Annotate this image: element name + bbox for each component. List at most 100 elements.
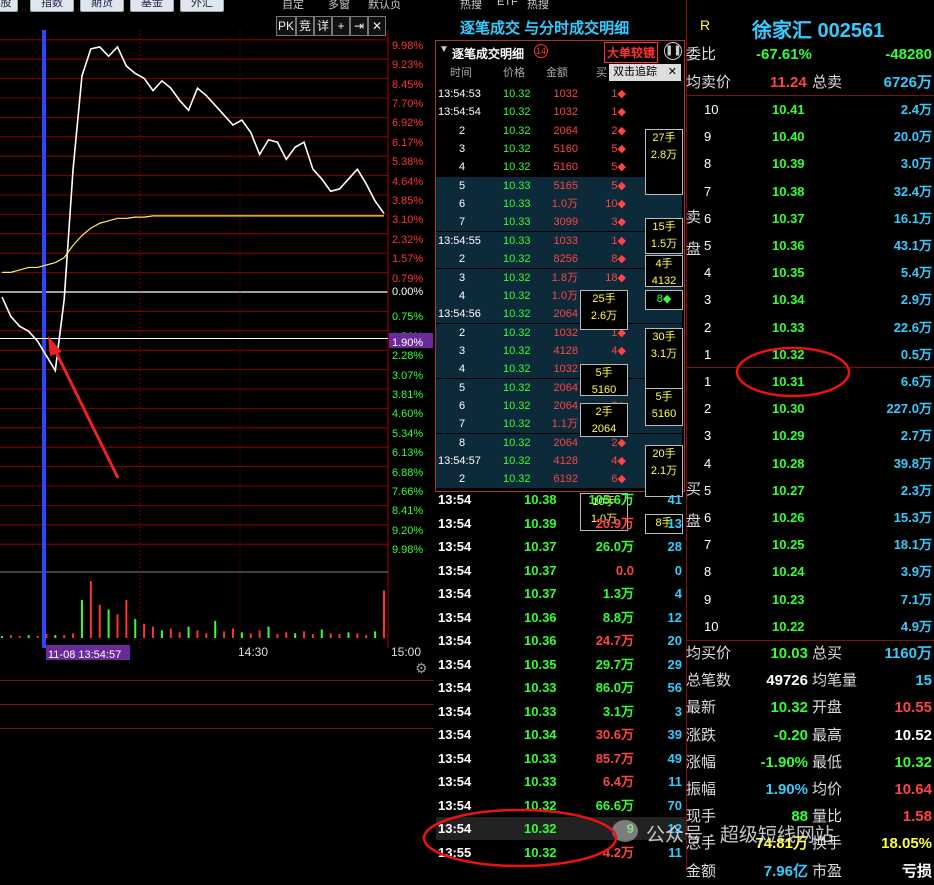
menu-hot-search[interactable]: 热搜	[460, 0, 482, 12]
menu-custom[interactable]: 自定	[282, 0, 304, 12]
tick-amount: 5160	[553, 161, 578, 174]
trade-row[interactable]: 13:54 10.33 85.7万 49	[436, 747, 686, 770]
stat-label: 涨跌	[686, 726, 717, 744]
pct-tick-up: 6.17%	[392, 136, 424, 149]
trade-row[interactable]: 13:54 10.37 26.0万 28	[436, 535, 686, 558]
book-price: 10.38	[772, 183, 805, 199]
agg-lots: 8◆	[656, 293, 672, 305]
volume-bar	[338, 634, 341, 638]
menu-futures-button[interactable]: 期货	[80, 0, 124, 12]
tick-panel-main-title: 逐笔成交 与分时成交明细	[460, 20, 630, 37]
tick-volume: 5◆	[611, 179, 626, 192]
menu-stock-button[interactable]: 股	[0, 0, 18, 12]
tick-time: 3	[458, 143, 466, 156]
pct-tick-up: 9.98%	[392, 39, 424, 52]
stat-value-2: 15	[915, 672, 932, 690]
menu-etf[interactable]: ETF	[497, 0, 518, 8]
pause-icon[interactable]: ❚❚	[664, 42, 682, 60]
stat-label: 涨幅	[686, 753, 717, 771]
book-volume: 39.8万	[893, 455, 932, 471]
menu-hot-search-2[interactable]: 热搜	[527, 0, 549, 12]
tick-volume: 1◆	[611, 88, 626, 100]
trade-row[interactable]: 13:54 10.32 66.6万 70	[436, 794, 686, 817]
trade-time: 13:54	[438, 750, 472, 766]
tick-price: 10.32	[503, 308, 531, 321]
trade-time: 13:54	[438, 797, 472, 813]
col-buy-header: 买	[596, 67, 607, 79]
menu-fund-button[interactable]: 基金	[130, 0, 174, 12]
volume-bar	[18, 636, 21, 638]
trade-row[interactable]: 13:54 10.33 86.0万 56	[436, 676, 686, 699]
menu-forex-button[interactable]: 外汇	[180, 0, 224, 12]
tick-row[interactable]: 13:54:53 10.32 1032 1◆	[436, 85, 682, 103]
trade-row[interactable]: 13:54 10.33 6.4万 11	[436, 770, 686, 793]
trade-row[interactable]: 13:54 10.37 1.3万 4	[436, 582, 686, 605]
track-tooltip[interactable]: 双击追踪 ✕	[609, 64, 681, 81]
tick-price: 10.32	[503, 381, 531, 394]
trade-row[interactable]: 13:54 10.38 105.6万 41	[436, 488, 686, 511]
tick-price: 10.32	[503, 143, 531, 156]
tick-row[interactable]: 6 10.33 1.0万 10◆	[436, 195, 682, 214]
sell-level-row: 2 10.33 22.6万	[686, 314, 934, 341]
book-level: 1	[704, 374, 712, 389]
pct-tick-down: 2.28%	[392, 350, 424, 363]
trade-price: 10.35	[524, 656, 557, 672]
book-price: 10.25	[772, 537, 805, 553]
book-volume: 2.3万	[900, 482, 932, 498]
trade-price: 10.37	[524, 586, 557, 601]
tick-aggregate-box: 4手 4132	[645, 255, 683, 287]
tick-amount: 2064	[553, 436, 578, 449]
trade-row[interactable]: 13:54 10.36 24.7万 20	[436, 629, 686, 652]
volume-bar	[63, 635, 66, 638]
menu-index-button[interactable]: 指数	[30, 0, 74, 12]
col-price-header: 价格	[503, 67, 525, 79]
trade-price: 10.33	[524, 703, 557, 719]
pct-tick-down: 5.34%	[392, 427, 424, 440]
menu-multiwindow[interactable]: 多窗	[328, 0, 350, 12]
tick-time: 3	[458, 271, 466, 284]
trade-time: 13:54	[438, 727, 472, 742]
stat-label: 振幅	[686, 781, 717, 798]
agg-amount: 2.6万	[590, 310, 618, 322]
trade-price: 10.32	[524, 844, 557, 860]
intraday-chart[interactable]	[0, 30, 390, 648]
collapse-chevron-icon[interactable]: ▼	[439, 44, 449, 55]
tick-price: 10.32	[503, 418, 531, 431]
trade-time: 13:54	[438, 703, 472, 719]
volume-bar	[72, 633, 75, 638]
stock-name: 徐家汇 002561	[752, 20, 885, 42]
trade-row[interactable]: 13:54 10.35 29.7万 29	[436, 653, 686, 676]
pct-tick-up: 3.85%	[392, 195, 424, 207]
trade-amount: 8.8万	[602, 609, 634, 625]
agg-amount: 4132	[651, 275, 677, 287]
avg-sell-row: 均卖价 11.24 总卖 6726万	[686, 69, 934, 96]
trade-row[interactable]: 13:54 10.39 20.9万 13	[436, 512, 686, 535]
total-sell-value: 6726万	[883, 74, 932, 91]
trade-amount: 1.3万	[602, 586, 634, 601]
tick-time: 6	[458, 198, 466, 211]
tooltip-close-icon[interactable]: ✕	[668, 64, 677, 81]
weibi-row: 委比 -67.61% -48280	[686, 41, 934, 68]
buy-level-row: 5 10.27 2.3万	[686, 477, 934, 504]
trade-row[interactable]: 13:54 10.36 8.8万 12	[436, 606, 686, 629]
big-order-button[interactable]: 大单较镜	[604, 42, 659, 63]
tick-aggregate-box: 25手 2.6万	[580, 290, 628, 330]
book-level: 9	[704, 129, 712, 145]
trade-row[interactable]: 13:54 10.34 30.6万 39	[436, 723, 686, 746]
stat-row: 均买价 10.03 总买 1160万	[686, 640, 934, 667]
tick-volume: 6◆	[611, 473, 626, 486]
trade-amount: 24.7万	[595, 633, 634, 648]
price-line	[1, 45, 385, 373]
trade-row[interactable]: 13:54 10.33 3.1万 3	[436, 700, 686, 723]
pct-tick-down: 6.88%	[392, 466, 424, 479]
trade-row[interactable]: 13:54 10.37 0.0 0	[436, 559, 686, 582]
settings-gear-icon[interactable]: ⚙	[415, 660, 429, 676]
trade-time: 13:54	[438, 774, 472, 789]
tick-panel-titlebar: ▼ 逐笔成交明细 14 大单较镜 ❚❚	[436, 41, 682, 63]
tick-row[interactable]: 13:54:54 10.32 1032 1◆	[436, 103, 682, 121]
volume-bar	[9, 635, 12, 638]
watermark-text: 公众号 · 超级短线网站	[646, 825, 834, 846]
tick-price: 10.33	[503, 198, 531, 211]
tick-aggregate-box: 5手 5160	[580, 364, 628, 396]
book-price: 10.30	[772, 401, 805, 417]
